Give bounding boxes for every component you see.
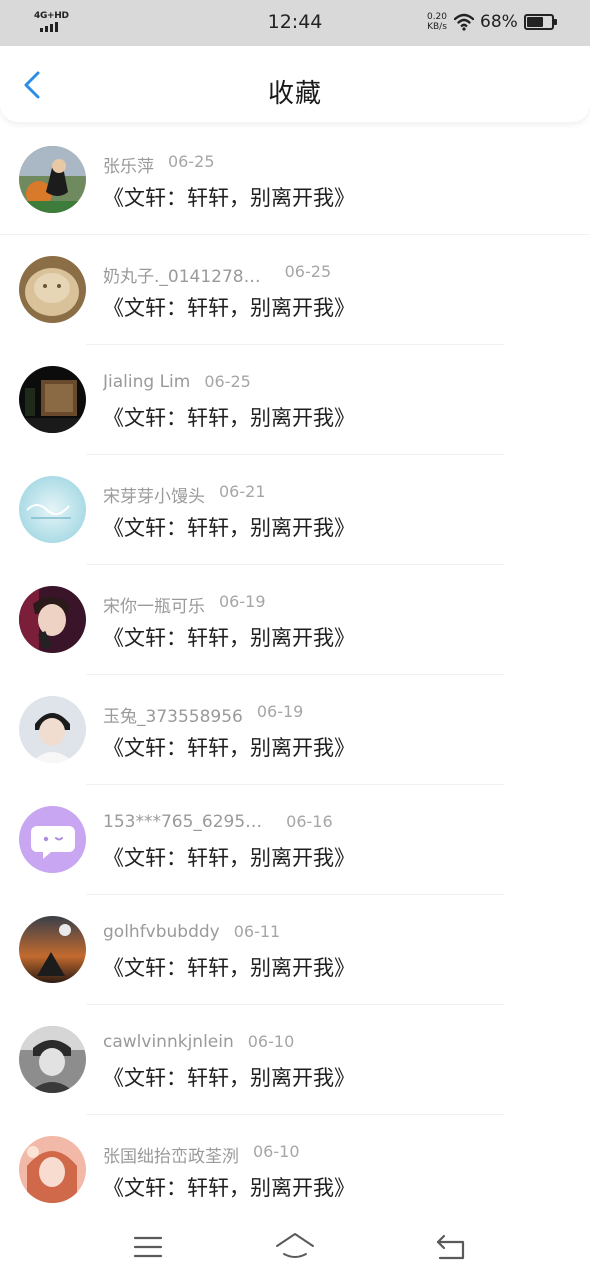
avatar [19, 696, 86, 763]
item-content: 《文轩：轩轩，别离开我》 [103, 626, 355, 650]
system-nav-bar [0, 1216, 590, 1280]
user-name: cawlvinnkjnlein [103, 1032, 234, 1052]
avatar [19, 806, 86, 873]
list-item[interactable]: 153***765_6295… 06-16 《文轩：轩轩，别离开我》 [0, 784, 590, 895]
menu-icon[interactable] [128, 1230, 168, 1264]
battery-fill [527, 17, 543, 27]
item-meta: 张国绌抬峦政荃洌 06-10 [103, 1142, 300, 1167]
battery-percent: 68% [480, 12, 518, 32]
home-icon[interactable] [275, 1230, 315, 1264]
item-content: 《文轩：轩轩，别离开我》 [103, 516, 355, 540]
header: 收藏 [0, 46, 590, 122]
page-title: 收藏 [267, 79, 322, 109]
avatar [19, 256, 86, 323]
item-content: 《文轩：轩轩，别离开我》 [103, 956, 355, 980]
user-name: 玉兔_373558956 [103, 707, 243, 727]
item-date: 06-19 [256, 702, 304, 721]
avatar [19, 916, 86, 983]
item-meta: golhfvbubddy 06-11 [103, 922, 280, 944]
list-item[interactable]: 宋你一瓶可乐 06-19 《文轩：轩轩，别离开我》 [0, 564, 590, 675]
list-item[interactable]: 宋芽芽小馒头 06-21 《文轩：轩轩，别离开我》 [0, 454, 590, 565]
item-date: 06-19 [219, 592, 266, 611]
item-date: 06-25 [204, 372, 251, 391]
speed-unit: KB/s [427, 22, 447, 32]
item-date: 06-16 [286, 812, 333, 831]
user-name: 张国绌抬峦政荃洌 [103, 1147, 239, 1167]
item-meta: 奶丸子._0141278… 06-25 [103, 262, 332, 287]
battery-icon [524, 14, 557, 30]
item-date: 06-10 [247, 1032, 295, 1051]
item-meta: 宋你一瓶可乐 06-19 [103, 592, 266, 617]
user-name: 153***765_6295… [103, 812, 263, 832]
speed-value: 0.20 [426, 12, 448, 22]
favorites-list: 张乐萍 06-25 《文轩：轩轩，别离开我》 奶丸子._0141278… 06-25… [0, 124, 590, 1224]
user-name: golhfvbubddy [103, 922, 220, 942]
item-date: 06-25 [284, 262, 332, 281]
avatar [19, 586, 86, 653]
list-item[interactable]: golhfvbubddy 06-11 《文轩：轩轩，别离开我》 [0, 894, 590, 1005]
status-bar: 4G+HD 12:44 0.20 KB/s 68% [0, 0, 590, 46]
item-content: 《文轩：轩轩，别离开我》 [103, 736, 355, 760]
item-content: 《文轩：轩轩，别离开我》 [103, 846, 355, 870]
item-date: 06-11 [233, 922, 281, 941]
avatar [19, 366, 86, 433]
user-name: Jialing Lim [103, 372, 191, 392]
list-item[interactable]: 张国绌抬峦政荃洌 06-10 《文轩：轩轩，别离开我》 [0, 1114, 590, 1224]
item-meta: 宋芽芽小馒头 06-21 [103, 482, 266, 507]
item-meta: cawlvinnkjnlein 06-10 [103, 1032, 294, 1054]
item-content: 《文轩：轩轩，别离开我》 [103, 296, 355, 320]
network-speed: 0.20 KB/s [424, 12, 450, 32]
item-date: 06-10 [253, 1142, 300, 1161]
item-date: 06-25 [168, 152, 215, 171]
back-icon[interactable] [430, 1230, 470, 1264]
avatar [19, 476, 86, 543]
avatar [19, 146, 86, 213]
avatar [19, 1136, 86, 1203]
list-item[interactable]: 奶丸子._0141278… 06-25 《文轩：轩轩，别离开我》 [0, 234, 590, 345]
user-name: 宋你一瓶可乐 [103, 597, 205, 617]
item-content: 《文轩：轩轩，别离开我》 [103, 406, 355, 430]
item-content: 《文轩：轩轩，别离开我》 [103, 1176, 355, 1200]
user-name: 张乐萍 [103, 157, 154, 177]
item-content: 《文轩：轩轩，别离开我》 [103, 1066, 355, 1090]
item-meta: 153***765_6295… 06-16 [103, 812, 333, 834]
item-date: 06-21 [219, 482, 266, 501]
list-item[interactable]: 玉兔_373558956 06-19 《文轩：轩轩，别离开我》 [0, 674, 590, 785]
list-item[interactable]: 张乐萍 06-25 《文轩：轩轩，别离开我》 [0, 124, 590, 235]
list-item[interactable]: cawlvinnkjnlein 06-10 《文轩：轩轩，别离开我》 [0, 1004, 590, 1115]
list-item[interactable]: Jialing Lim 06-25 《文轩：轩轩，别离开我》 [0, 344, 590, 455]
user-name: 奶丸子._0141278… [103, 267, 261, 287]
user-name: 宋芽芽小馒头 [103, 487, 205, 507]
item-meta: 张乐萍 06-25 [103, 152, 215, 177]
item-content: 《文轩：轩轩，别离开我》 [103, 186, 355, 210]
wifi-icon [454, 13, 474, 31]
item-meta: Jialing Lim 06-25 [103, 372, 251, 394]
avatar [19, 1026, 86, 1093]
item-meta: 玉兔_373558956 06-19 [103, 702, 304, 727]
